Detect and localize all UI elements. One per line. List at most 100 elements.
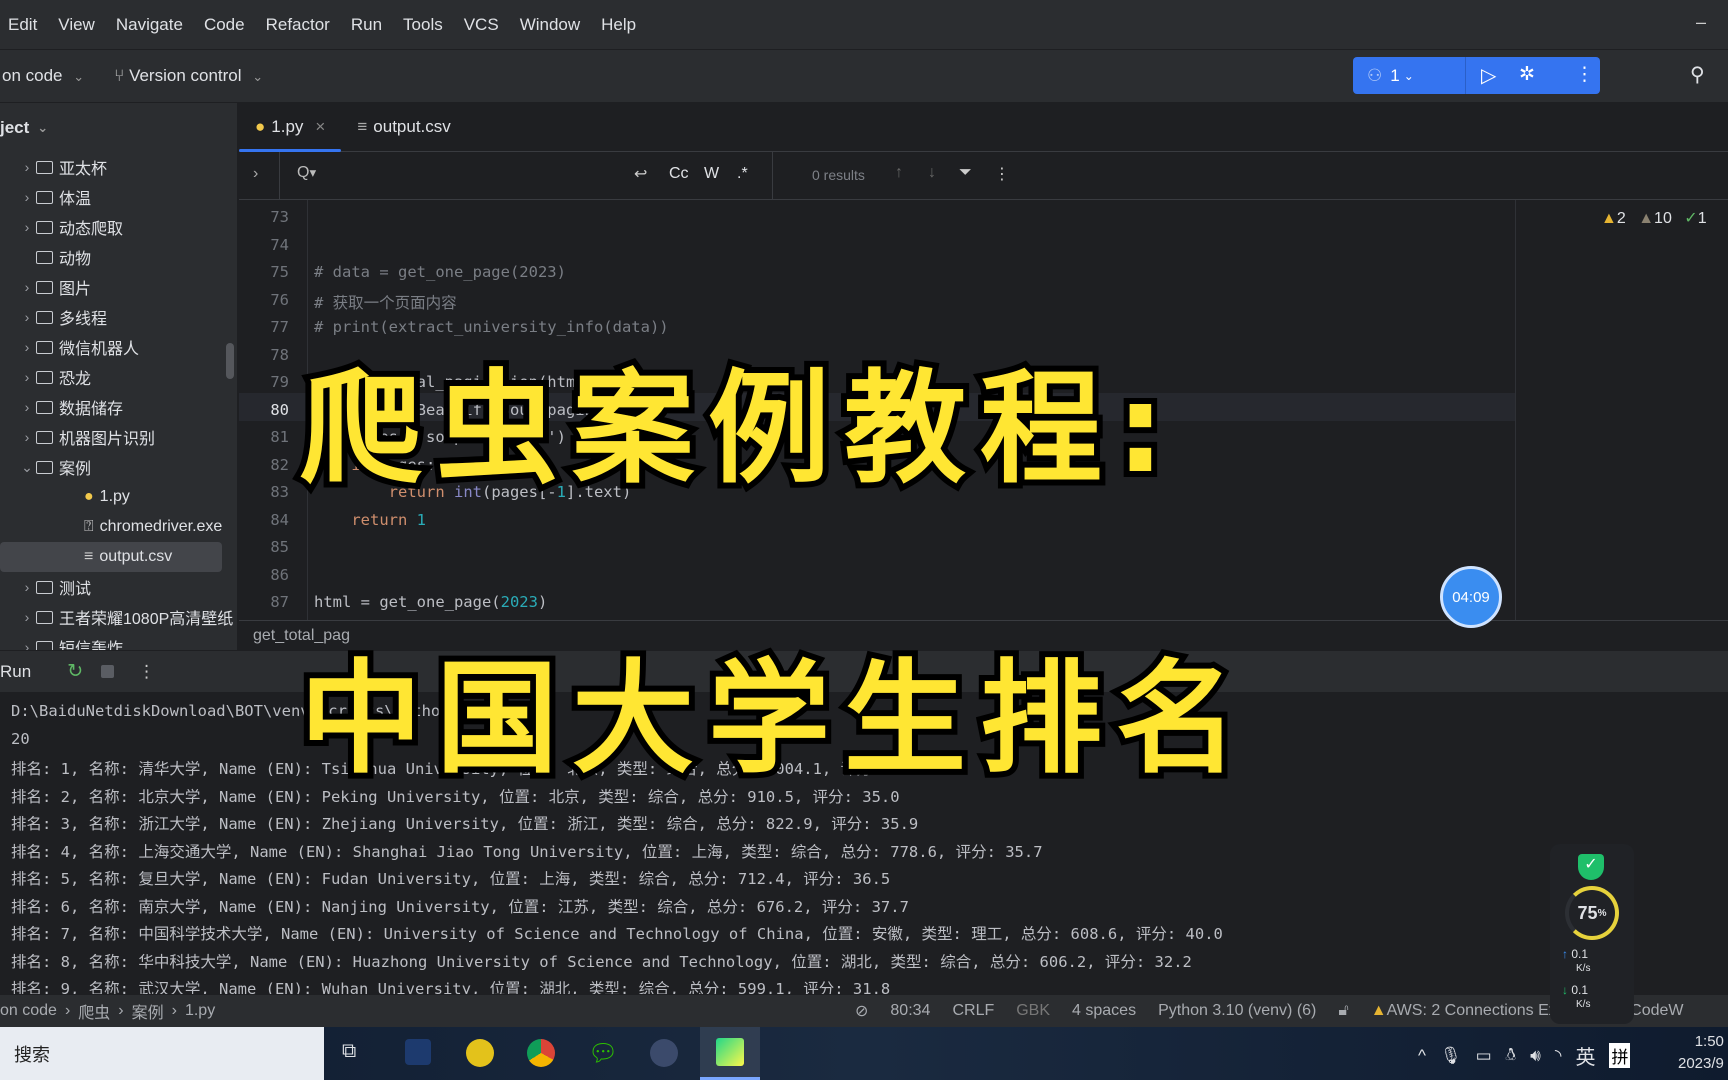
menu-navigate[interactable]: Navigate	[116, 15, 183, 35]
previous-occurrence-icon[interactable]: ↑	[895, 164, 903, 182]
python-interpreter[interactable]: Python 3.10 (venv) (6)	[1158, 1002, 1316, 1020]
tree-item[interactable]: › 微信机器人	[0, 332, 237, 362]
code-line[interactable]: return 1	[314, 511, 426, 529]
chevron-icon[interactable]: ›	[18, 579, 36, 595]
menu-code[interactable]: Code	[204, 15, 245, 35]
more-icon[interactable]: ⋮	[994, 164, 1010, 184]
task-view-icon[interactable]: ⧉	[342, 1040, 356, 1063]
caret-position[interactable]: 80:34	[890, 1002, 930, 1020]
clock-time[interactable]: 1:50	[1678, 1031, 1724, 1053]
tree-item[interactable]: › 多线程	[0, 302, 237, 332]
stop-icon[interactable]	[101, 665, 115, 678]
vcs-widget[interactable]: ⑂ Version control ⌄	[114, 66, 263, 86]
whole-words-toggle[interactable]: W	[704, 165, 719, 183]
chevron-icon[interactable]: ›	[18, 309, 36, 325]
chevron-icon[interactable]: ›	[18, 399, 36, 415]
regex-toggle[interactable]: .*	[737, 165, 748, 183]
chevron-icon[interactable]: ›	[18, 339, 36, 355]
wifi-icon[interactable]: ◝	[1555, 1046, 1562, 1066]
chevron-icon[interactable]: ›	[18, 369, 36, 385]
ime-language[interactable]: 英	[1575, 1041, 1595, 1070]
status-path-item[interactable]: 爬虫	[78, 999, 110, 1023]
next-occurrence-icon[interactable]: ↓	[928, 164, 936, 182]
menu-tools[interactable]: Tools	[403, 15, 443, 35]
debug-bug-icon[interactable]: ✲	[1519, 63, 1535, 86]
line-separator[interactable]: CRLF	[952, 1002, 994, 1020]
minimize-button[interactable]: –	[1696, 12, 1706, 33]
tree-item[interactable]: ≡ output.csv	[0, 542, 222, 572]
code-line[interactable]: html = get_one_page(2023)	[314, 593, 547, 611]
chevron-icon[interactable]: ›	[18, 429, 36, 445]
clock-date[interactable]: 2023/9	[1678, 1053, 1724, 1075]
tree-item[interactable]: › 亚太杯	[0, 152, 237, 182]
menu-run[interactable]: Run	[351, 15, 382, 35]
run-button[interactable]: ▷	[1481, 63, 1496, 88]
tree-item[interactable]: › 王者荣耀1080P高清壁纸	[0, 602, 237, 632]
expand-replace-icon[interactable]: ›	[253, 165, 258, 183]
tree-item[interactable]: › 数据储存	[0, 392, 237, 422]
menu-refactor[interactable]: Refactor	[266, 15, 330, 35]
indent-setting[interactable]: 4 spaces	[1072, 1002, 1136, 1020]
menu-edit[interactable]: Edit	[8, 15, 37, 35]
chevron-icon[interactable]: ›	[18, 159, 36, 175]
ime-mode[interactable]: 拼	[1609, 1043, 1631, 1068]
chevron-icon[interactable]: ›	[18, 219, 36, 235]
menu-help[interactable]: Help	[601, 15, 636, 35]
status-path-item[interactable]: on code	[0, 1002, 57, 1020]
chevron-icon[interactable]: ›	[18, 189, 36, 205]
tree-item[interactable]: › 测试	[0, 572, 237, 602]
run-config-selector[interactable]: 1	[1390, 66, 1399, 86]
sidebar-scrollbar[interactable]	[226, 343, 234, 379]
tab-1-py[interactable]: ● 1.py ×	[239, 103, 342, 152]
tab-output-csv[interactable]: ≡ output.csv	[341, 103, 466, 152]
match-case-toggle[interactable]: Cc	[669, 165, 689, 183]
chevron-icon[interactable]: ›	[18, 609, 36, 625]
project-widget[interactable]: on code ⌄	[2, 66, 84, 86]
tree-item[interactable]: › 体温	[0, 182, 237, 212]
tree-item[interactable]: › 恐龙	[0, 362, 237, 392]
battery-icon[interactable]: ▭	[1476, 1046, 1492, 1066]
app-icon-avatar[interactable]	[650, 1039, 678, 1067]
add-user-icon[interactable]: ⚲	[1690, 62, 1705, 87]
no-power-save-icon[interactable]: ⊘	[855, 1001, 868, 1021]
wechat-icon[interactable]: 💬︎	[588, 1039, 618, 1068]
tree-item[interactable]: ⍰ chromedriver.exe	[0, 512, 237, 542]
qq-icon[interactable]: 🐧︎	[1506, 1045, 1516, 1067]
rerun-icon[interactable]: ↻	[67, 660, 83, 683]
taskbar-search[interactable]: 搜索	[0, 1027, 324, 1080]
file-encoding[interactable]: GBK	[1016, 1002, 1050, 1020]
pycharm-icon[interactable]	[700, 1027, 760, 1080]
tree-item[interactable]: › 图片	[0, 272, 237, 302]
show-hidden-icons[interactable]: ^	[1418, 1046, 1426, 1066]
volume-icon[interactable]: 🔊︎	[1530, 1046, 1541, 1066]
more-icon[interactable]: ⋮	[138, 662, 155, 682]
newline-toggle-icon[interactable]: ↩	[634, 164, 647, 184]
more-actions-icon[interactable]: ⋮	[1575, 63, 1594, 86]
microphone-icon[interactable]: 🎙︎	[1440, 1046, 1462, 1066]
code-line[interactable]: # data = get_one_page(2023)	[314, 263, 566, 281]
project-header[interactable]: ject ⌄	[0, 103, 237, 152]
tree-item[interactable]: ● 1.py	[0, 482, 237, 512]
chevron-icon[interactable]: ›	[18, 639, 36, 650]
code-line[interactable]: # 获取一个页面内容	[314, 291, 457, 313]
status-path-item[interactable]: 1.py	[185, 1002, 215, 1020]
tree-item[interactable]: ⌄ 案例	[0, 452, 237, 482]
filter-icon[interactable]: ⏷	[959, 164, 972, 182]
close-tab-icon[interactable]: ×	[315, 117, 325, 137]
tree-item[interactable]: › 机器图片识别	[0, 422, 237, 452]
status-path-item[interactable]: 案例	[132, 999, 164, 1023]
tree-item[interactable]: › 短信轰炸	[0, 632, 237, 650]
inspection-widget[interactable]: ▲2 ▲10 ✓1	[1601, 208, 1707, 228]
menu-vcs[interactable]: VCS	[464, 15, 499, 35]
app-icon-1[interactable]	[405, 1039, 431, 1065]
tree-item[interactable]: › 动态爬取	[0, 212, 237, 242]
app-icon-2[interactable]	[466, 1039, 494, 1067]
menu-window[interactable]: Window	[520, 15, 580, 35]
lock-open-icon[interactable]: 🔓︎	[1338, 1002, 1348, 1020]
menu-view[interactable]: View	[58, 15, 95, 35]
chevron-icon[interactable]: ⌄	[18, 459, 36, 476]
search-input[interactable]: Q▾	[297, 164, 557, 186]
tree-item[interactable]: 动物	[0, 242, 237, 272]
chrome-icon[interactable]	[527, 1039, 555, 1067]
chevron-icon[interactable]: ›	[18, 279, 36, 295]
